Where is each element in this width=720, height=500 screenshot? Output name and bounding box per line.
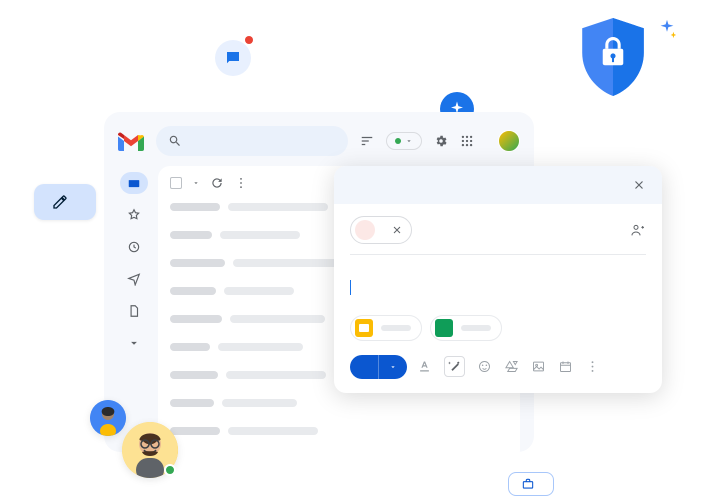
mail-row[interactable] bbox=[170, 396, 508, 410]
close-icon bbox=[632, 178, 646, 192]
contact-avatar-2 bbox=[122, 422, 178, 478]
chat-bubble-icon bbox=[215, 40, 251, 76]
tune-icon[interactable] bbox=[360, 134, 374, 148]
recipient-chip[interactable] bbox=[350, 216, 412, 244]
attachment-name-placeholder bbox=[381, 325, 411, 331]
add-recipients-icon[interactable] bbox=[630, 222, 646, 238]
emoji-icon[interactable] bbox=[477, 359, 492, 374]
text-cursor bbox=[350, 280, 351, 295]
more-icon[interactable] bbox=[234, 176, 248, 190]
pencil-icon bbox=[52, 194, 68, 210]
remove-recipient-button[interactable] bbox=[391, 224, 403, 236]
attachment-name-placeholder bbox=[461, 325, 491, 331]
slides-icon bbox=[355, 319, 373, 337]
mail-row[interactable] bbox=[170, 424, 508, 438]
compose-header bbox=[334, 166, 662, 204]
close-button[interactable] bbox=[632, 178, 646, 192]
compose-footer bbox=[350, 355, 646, 379]
briefcase-icon bbox=[521, 477, 535, 491]
schedule-icon[interactable] bbox=[558, 359, 573, 374]
recipients-row bbox=[350, 216, 646, 255]
search-input[interactable] bbox=[156, 126, 348, 156]
sidebar-snoozed[interactable] bbox=[120, 236, 148, 258]
compose-window bbox=[334, 166, 662, 393]
status-indicator[interactable] bbox=[386, 132, 422, 150]
compose-button[interactable] bbox=[34, 184, 96, 220]
send-button[interactable] bbox=[350, 355, 407, 379]
gmail-header bbox=[118, 122, 520, 160]
chevron-down-icon[interactable] bbox=[192, 179, 200, 187]
shield-icon bbox=[580, 18, 646, 96]
select-all-checkbox[interactable] bbox=[170, 177, 182, 189]
apps-icon[interactable] bbox=[460, 134, 474, 148]
text-format-icon[interactable] bbox=[417, 359, 432, 374]
formalize-chip[interactable] bbox=[508, 472, 554, 496]
refresh-icon[interactable] bbox=[210, 176, 224, 190]
more-options-icon[interactable] bbox=[585, 359, 600, 374]
presence-indicator bbox=[164, 464, 176, 476]
attachments-row bbox=[350, 307, 646, 355]
insert-image-icon[interactable] bbox=[531, 359, 546, 374]
recipient-avatar bbox=[355, 220, 375, 240]
attachment-sheets[interactable] bbox=[430, 315, 502, 341]
contact-avatar-1 bbox=[90, 400, 126, 436]
sidebar-sent[interactable] bbox=[120, 268, 148, 290]
sidebar-drafts[interactable] bbox=[120, 300, 148, 322]
attachment-slides[interactable] bbox=[350, 315, 422, 341]
search-icon bbox=[168, 134, 182, 148]
gmail-logo-icon bbox=[118, 131, 144, 151]
sidebar-starred[interactable] bbox=[120, 204, 148, 226]
sparkle-icon bbox=[656, 18, 678, 40]
send-label bbox=[350, 359, 378, 375]
settings-icon[interactable] bbox=[434, 134, 448, 148]
sheets-icon bbox=[435, 319, 453, 337]
notification-dot bbox=[245, 36, 253, 44]
help-me-write-icon[interactable] bbox=[444, 356, 465, 377]
attach-drive-icon[interactable] bbox=[504, 359, 519, 374]
account-avatar[interactable] bbox=[498, 130, 520, 152]
sidebar-more[interactable] bbox=[120, 332, 148, 354]
sidebar-inbox[interactable] bbox=[120, 172, 148, 194]
send-options-dropdown[interactable] bbox=[378, 355, 407, 379]
message-body[interactable] bbox=[350, 255, 646, 307]
